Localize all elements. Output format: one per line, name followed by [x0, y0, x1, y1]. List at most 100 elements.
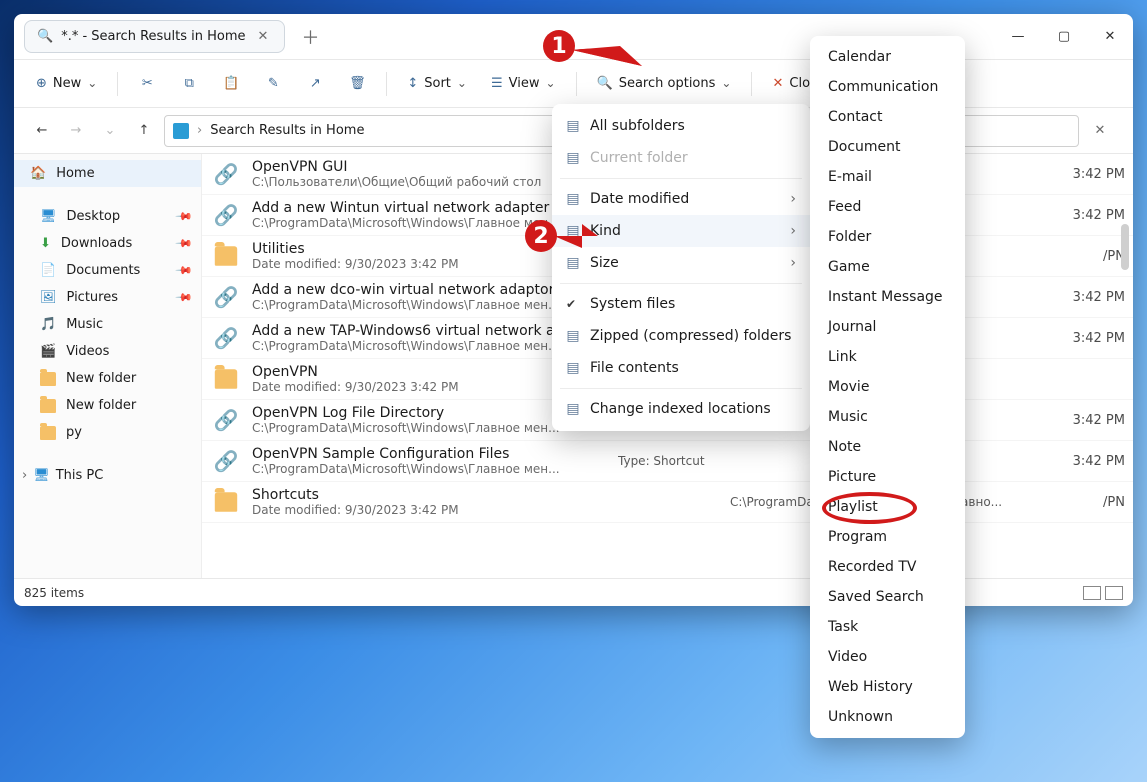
kind-option-contact[interactable]: Contact [810, 102, 965, 132]
scroll-thumb[interactable] [1121, 224, 1129, 270]
sidebar-item-newfolder2[interactable]: New folder [14, 392, 201, 419]
sidebar-item-music[interactable]: 🎵Music [14, 311, 201, 338]
menu-separator [560, 283, 802, 284]
sidebar-item-documents[interactable]: 📄Documents📌 [14, 257, 201, 284]
menu-item-label: Date modified [590, 191, 689, 207]
close-icon: ✕ [772, 76, 783, 91]
location-icon [173, 123, 189, 139]
back-button[interactable]: ← [28, 117, 56, 145]
search-option-all-subfolders[interactable]: ▤All subfolders [552, 110, 810, 142]
kind-option-calendar[interactable]: Calendar [810, 42, 965, 72]
close-window-button[interactable]: ✕ [1087, 22, 1133, 52]
sidebar-home[interactable]: 🏠 Home [14, 160, 201, 187]
search-option-current-folder: ▤Current folder [552, 142, 810, 174]
details-view-icon[interactable] [1083, 586, 1101, 600]
pin-icon: 📌 [175, 207, 194, 226]
kind-option-unknown[interactable]: Unknown [810, 702, 965, 732]
folder-icon [40, 426, 56, 440]
copy-button[interactable]: ⧉ [172, 70, 206, 97]
sort-button[interactable]: ↕ Sort [399, 70, 475, 97]
up-button[interactable]: ↑ [130, 117, 158, 145]
kind-option-movie[interactable]: Movie [810, 372, 965, 402]
sidebar-item-py[interactable]: py [14, 419, 201, 446]
result-row[interactable]: ShortcutsDate modified: 9/30/2023 3:42 P… [202, 482, 1133, 523]
kind-option-program[interactable]: Program [810, 522, 965, 552]
result-date: /PN [1030, 249, 1125, 264]
item-count: 825 items [24, 586, 84, 600]
size-icon: ▤ [564, 255, 582, 271]
shortcut-icon: 🔗 [214, 285, 239, 309]
close-tab-icon[interactable]: ✕ [254, 27, 273, 46]
chevron-right-icon: › [790, 255, 796, 271]
sidebar-this-pc[interactable]: › 🖥 This PC [14, 462, 201, 489]
minimize-button[interactable]: — [995, 22, 1041, 52]
result-subtitle: C:\ProgramData\Microsoft\Windows\Главное… [252, 462, 606, 476]
thumbnails-view-icon[interactable] [1105, 586, 1123, 600]
recent-button[interactable]: ⌄ [96, 117, 124, 145]
kind-option-link[interactable]: Link [810, 342, 965, 372]
sidebar-item-downloads[interactable]: ⬇Downloads📌 [14, 230, 201, 257]
chevron-down-icon [457, 76, 467, 91]
new-icon: ⊕ [36, 76, 47, 91]
videos-icon: 🎬 [40, 344, 56, 359]
search-option-date-modified[interactable]: ▤Date modified› [552, 183, 810, 215]
result-date: 3:42 PM [1030, 413, 1125, 428]
search-option-system-files[interactable]: ✔System files [552, 288, 810, 320]
kind-option-picture[interactable]: Picture [810, 462, 965, 492]
home-icon: 🏠 [30, 166, 46, 181]
active-tab[interactable]: 🔍 *.* - Search Results in Home ✕ [24, 20, 285, 53]
kind-option-communication[interactable]: Communication [810, 72, 965, 102]
delete-button[interactable]: 🗑 [340, 70, 374, 97]
new-button[interactable]: ⊕ New [28, 70, 105, 97]
result-row[interactable]: 🔗OpenVPN Sample Configuration FilesC:\Pr… [202, 441, 1133, 482]
documents-icon: 📄 [40, 263, 56, 278]
sidebar-item-desktop[interactable]: 🖥Desktop📌 [14, 203, 201, 230]
kind-option-web-history[interactable]: Web History [810, 672, 965, 702]
clear-search-button[interactable]: ✕ [1085, 116, 1115, 146]
chevron-down-icon [545, 76, 555, 91]
separator [386, 72, 387, 96]
rename-button[interactable]: ✎ [256, 70, 290, 97]
folder-icon [215, 492, 237, 512]
result-date: /PN [1030, 495, 1125, 510]
kind-option-video[interactable]: Video [810, 642, 965, 672]
kind-option-e-mail[interactable]: E-mail [810, 162, 965, 192]
forward-button[interactable]: → [62, 117, 90, 145]
annotation-callout-2: 2 [525, 220, 557, 252]
view-mode-switch[interactable] [1083, 586, 1123, 600]
paste-button[interactable]: 📋 [214, 70, 248, 97]
sidebar-this-pc-label: This PC [56, 468, 104, 483]
sidebar-item-pictures[interactable]: 🖼Pictures📌 [14, 284, 201, 311]
sidebar-item-newfolder1[interactable]: New folder [14, 365, 201, 392]
kind-option-recorded-tv[interactable]: Recorded TV [810, 552, 965, 582]
view-button[interactable]: ☰ View [483, 70, 564, 97]
search-option-zipped-compressed-folders[interactable]: ▤Zipped (compressed) folders [552, 320, 810, 352]
folder-icon: ▤ [564, 150, 582, 166]
sidebar-home-label: Home [56, 166, 94, 181]
kind-option-game[interactable]: Game [810, 252, 965, 282]
cut-button[interactable]: ✂ [130, 70, 164, 97]
copy-icon: ⧉ [185, 76, 194, 91]
search-option-size[interactable]: ▤Size› [552, 247, 810, 279]
kind-option-music[interactable]: Music [810, 402, 965, 432]
kind-option-feed[interactable]: Feed [810, 192, 965, 222]
kind-option-document[interactable]: Document [810, 132, 965, 162]
annotation-callout-1: 1 [543, 30, 575, 62]
kind-option-saved-search[interactable]: Saved Search [810, 582, 965, 612]
sidebar-item-videos[interactable]: 🎬Videos [14, 338, 201, 365]
kind-option-task[interactable]: Task [810, 612, 965, 642]
maximize-button[interactable]: ▢ [1041, 22, 1087, 52]
new-tab-button[interactable]: ＋ [301, 24, 319, 50]
chevron-right-icon: › [22, 468, 27, 483]
kind-option-instant-message[interactable]: Instant Message [810, 282, 965, 312]
separator [117, 72, 118, 96]
sidebar-item-label: Pictures [67, 290, 118, 305]
result-type: Type: Shortcut [618, 454, 718, 468]
kind-option-journal[interactable]: Journal [810, 312, 965, 342]
kind-option-folder[interactable]: Folder [810, 222, 965, 252]
search-option-change-indexed-locations[interactable]: ▤Change indexed locations [552, 393, 810, 425]
scrollbar[interactable] [1119, 154, 1131, 578]
kind-option-note[interactable]: Note [810, 432, 965, 462]
search-option-file-contents[interactable]: ▤File contents [552, 352, 810, 384]
share-button[interactable]: ↗ [298, 70, 332, 97]
